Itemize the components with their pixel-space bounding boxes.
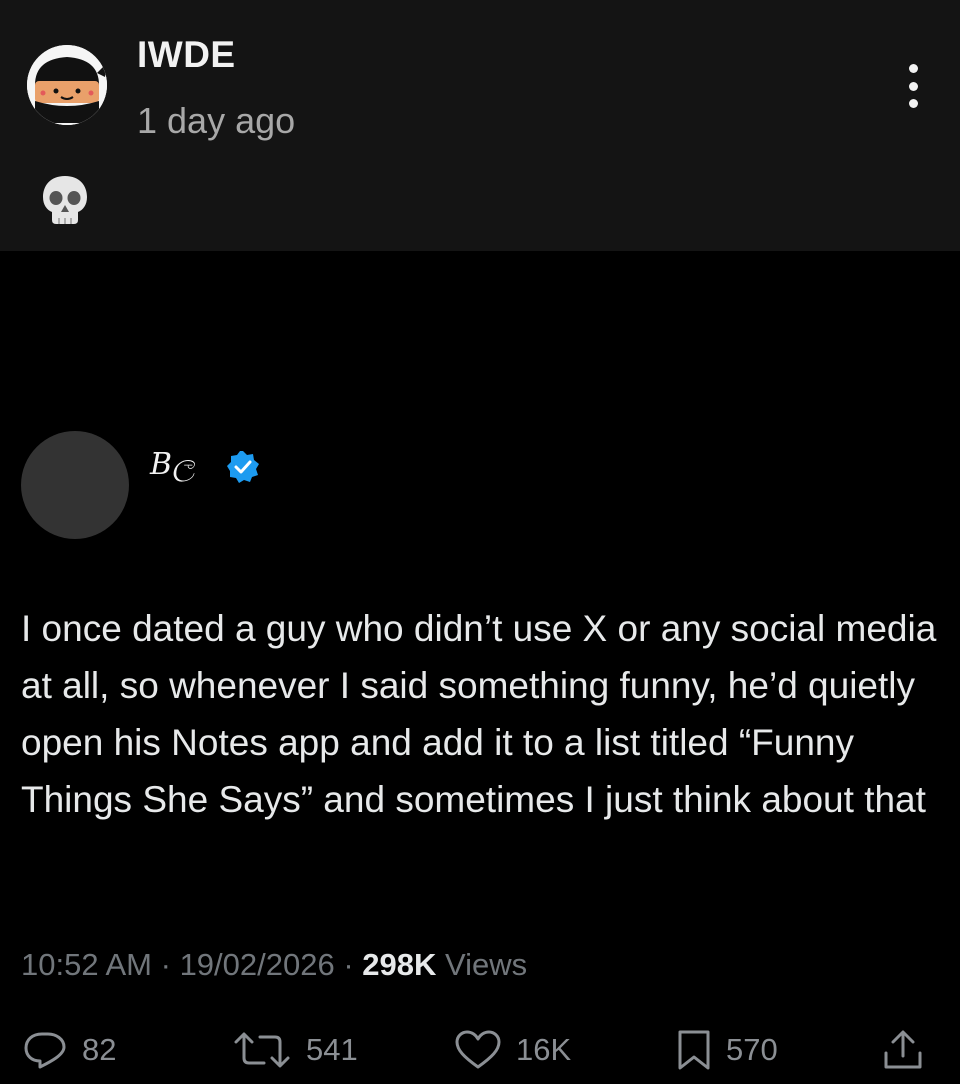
meta-separator: ·	[343, 947, 354, 982]
bookmark-button[interactable]: 570	[676, 1030, 778, 1070]
repost-icon	[234, 1032, 290, 1068]
tweet-author-avatar[interactable]	[21, 431, 129, 539]
skull-icon	[40, 174, 90, 226]
repost-count: 541	[306, 1032, 358, 1067]
reply-count: 82	[82, 1032, 117, 1067]
bookmark-count: 570	[726, 1032, 778, 1067]
tweet-time: 10:52 AM	[21, 947, 152, 982]
tweet-meta: 10:52 AM · 19/02/2026 · 298K Views	[21, 947, 527, 983]
reply-icon	[24, 1032, 66, 1069]
like-count: 16K	[516, 1032, 572, 1067]
share-button[interactable]	[882, 1030, 924, 1070]
ninja-avatar-icon	[27, 45, 107, 125]
repost-button[interactable]: 541	[232, 1030, 358, 1070]
tweet-text: I once dated a guy who didn’t use X or a…	[21, 608, 937, 820]
post-username[interactable]: IWDE	[137, 34, 236, 76]
tweet-date: 19/02/2026	[179, 947, 335, 982]
meta-separator: ·	[160, 947, 171, 982]
share-icon	[884, 1030, 922, 1069]
user-avatar[interactable]	[27, 45, 107, 125]
post-header-panel: IWDE 1 day ago	[0, 0, 960, 251]
tweet-display-name[interactable]: Bල	[150, 447, 195, 482]
verified-badge-icon	[226, 450, 260, 484]
views-label: Views	[445, 947, 528, 982]
post-timestamp: 1 day ago	[137, 100, 296, 141]
heart-icon	[455, 1030, 501, 1069]
more-options-icon[interactable]	[898, 64, 928, 108]
reply-button[interactable]: 82	[22, 1030, 116, 1070]
views-count: 298K	[362, 947, 437, 982]
bookmark-icon	[678, 1030, 710, 1070]
like-button[interactable]: 16K	[454, 1030, 571, 1070]
